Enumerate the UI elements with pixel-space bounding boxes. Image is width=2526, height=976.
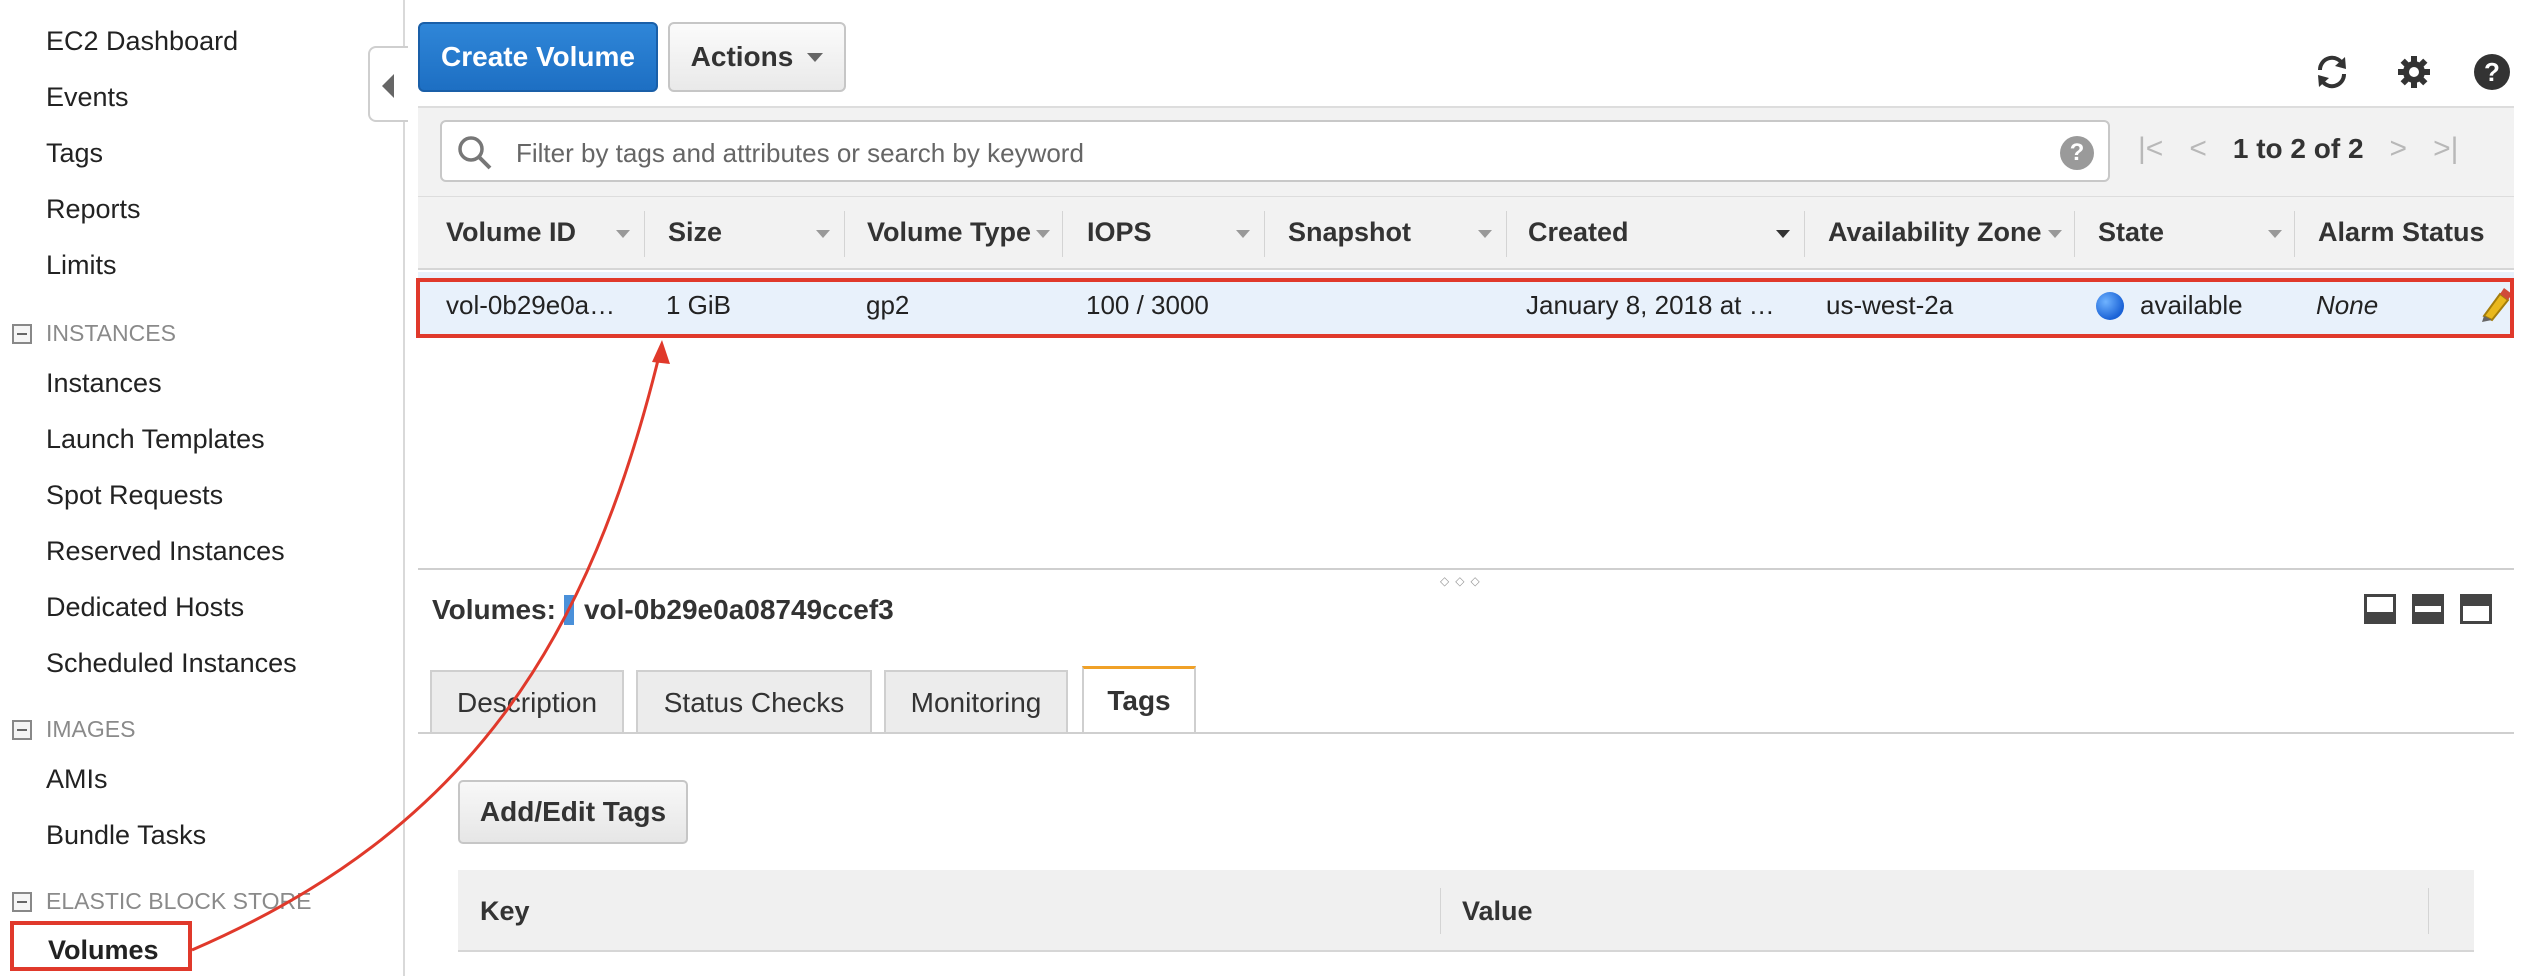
- layout-middle-icon[interactable]: [2412, 594, 2444, 624]
- svg-text:?: ?: [2484, 57, 2500, 87]
- drag-handle-icon[interactable]: ◇◇◇: [1440, 574, 1486, 588]
- column-divider: [644, 211, 645, 257]
- sidebar-item-spot-requests[interactable]: Spot Requests: [46, 480, 223, 511]
- column-header-size[interactable]: Size: [668, 217, 722, 248]
- create-volume-button[interactable]: Create Volume: [418, 22, 658, 92]
- sidebar-collapse-button[interactable]: [368, 46, 408, 122]
- layout-bottom-icon[interactable]: [2364, 594, 2396, 624]
- sidebar: EC2 Dashboard Events Tags Reports Limits…: [0, 0, 405, 976]
- selection-marker: [563, 595, 574, 625]
- help-icon[interactable]: ?: [2472, 52, 2512, 92]
- sidebar-item-events[interactable]: Events: [46, 82, 129, 113]
- sort-icon[interactable]: [1036, 230, 1050, 238]
- actions-label: Actions: [690, 41, 794, 72]
- sidebar-item-dedicated-hosts[interactable]: Dedicated Hosts: [46, 592, 244, 623]
- sort-icon[interactable]: [1236, 230, 1250, 238]
- sidebar-group-images[interactable]: IMAGES: [12, 716, 135, 743]
- pagination-text: 1 to 2 of 2: [2232, 133, 2364, 164]
- search-icon: [458, 136, 492, 170]
- sort-icon[interactable]: [1776, 230, 1790, 238]
- layout-top-icon[interactable]: [2460, 594, 2492, 624]
- collapse-icon[interactable]: [12, 323, 32, 344]
- sidebar-group-instances[interactable]: INSTANCES: [12, 320, 176, 347]
- tags-table-header: Key Value: [458, 870, 2474, 952]
- tab-status-checks[interactable]: Status Checks: [636, 670, 872, 734]
- column-header-volume-id[interactable]: Volume ID: [446, 217, 576, 248]
- actions-button[interactable]: Actions: [668, 22, 846, 92]
- first-page-icon[interactable]: |<: [2138, 132, 2163, 166]
- column-header-iops[interactable]: IOPS: [1087, 217, 1152, 248]
- sidebar-item-instances[interactable]: Instances: [46, 368, 162, 399]
- column-divider: [2294, 211, 2295, 257]
- column-header-volume-type[interactable]: Volume Type: [867, 217, 1031, 248]
- gear-icon[interactable]: [2394, 52, 2434, 92]
- column-divider: [2428, 888, 2429, 934]
- sort-icon[interactable]: [1478, 230, 1492, 238]
- collapse-icon[interactable]: [12, 891, 32, 912]
- refresh-icon[interactable]: [2312, 52, 2352, 92]
- column-header-snapshot[interactable]: Snapshot: [1288, 217, 1411, 248]
- sort-icon[interactable]: [816, 230, 830, 238]
- column-divider: [1440, 888, 1441, 934]
- chevron-left-icon: [382, 74, 394, 98]
- sidebar-group-ebs[interactable]: ELASTIC BLOCK STORE: [12, 888, 311, 915]
- column-header-alarm-status[interactable]: Alarm Status: [2318, 217, 2485, 248]
- last-page-icon[interactable]: >|: [2433, 132, 2458, 166]
- search-help-icon[interactable]: ?: [2060, 136, 2094, 170]
- column-divider: [1264, 211, 1265, 257]
- column-divider: [844, 211, 845, 257]
- sidebar-item-amis[interactable]: AMIs: [46, 764, 108, 795]
- filter-bar: Filter by tags and attributes or search …: [418, 106, 2514, 196]
- sidebar-item-launch-templates[interactable]: Launch Templates: [46, 424, 265, 455]
- tabs-divider: [418, 732, 2514, 734]
- column-header-state[interactable]: State: [2098, 217, 2164, 248]
- column-header-key[interactable]: Key: [480, 896, 530, 927]
- add-edit-tags-button[interactable]: Add/Edit Tags: [458, 780, 688, 844]
- tab-monitoring[interactable]: Monitoring: [884, 670, 1068, 734]
- sidebar-group-label: INSTANCES: [46, 320, 176, 346]
- column-header-availability-zone[interactable]: Availability Zone: [1828, 217, 2042, 248]
- sidebar-item-bundle-tasks[interactable]: Bundle Tasks: [46, 820, 206, 851]
- search-input[interactable]: Filter by tags and attributes or search …: [440, 120, 2110, 182]
- sort-icon[interactable]: [616, 230, 630, 238]
- collapse-icon[interactable]: [12, 719, 32, 740]
- sidebar-item-limits[interactable]: Limits: [46, 250, 117, 281]
- detail-title: Volumes: vol-0b29e0a08749ccef3: [432, 594, 894, 626]
- sidebar-item-reserved-instances[interactable]: Reserved Instances: [46, 536, 285, 567]
- volumes-table-header: Volume ID Size Volume Type IOPS Snapshot…: [418, 196, 2514, 270]
- pagination: |< < 1 to 2 of 2 > >|: [2138, 132, 2458, 166]
- column-header-value[interactable]: Value: [1462, 896, 1533, 927]
- column-divider: [2074, 211, 2075, 257]
- sidebar-item-ec2-dashboard[interactable]: EC2 Dashboard: [46, 26, 238, 57]
- selected-volume-id: vol-0b29e0a08749ccef3: [583, 594, 894, 625]
- sidebar-item-scheduled-instances[interactable]: Scheduled Instances: [46, 648, 297, 679]
- detail-title-prefix: Volumes:: [432, 594, 556, 625]
- panel-splitter[interactable]: [418, 568, 2514, 570]
- column-divider: [1506, 211, 1507, 257]
- chevron-down-icon: [807, 52, 824, 62]
- sidebar-group-label: IMAGES: [46, 716, 136, 742]
- tab-tags[interactable]: Tags: [1082, 666, 1196, 732]
- search-placeholder: Filter by tags and attributes or search …: [516, 138, 1084, 168]
- volumes-highlight-annotation: [10, 921, 192, 971]
- column-divider: [1062, 211, 1063, 257]
- next-page-icon[interactable]: >: [2390, 132, 2408, 166]
- sort-icon[interactable]: [2268, 230, 2282, 238]
- sidebar-item-reports[interactable]: Reports: [46, 194, 141, 225]
- row-highlight-annotation: [416, 278, 2514, 338]
- sidebar-group-label: ELASTIC BLOCK STORE: [46, 888, 312, 914]
- prev-page-icon[interactable]: <: [2189, 132, 2207, 166]
- column-header-created[interactable]: Created: [1528, 217, 1629, 248]
- sidebar-item-tags[interactable]: Tags: [46, 138, 103, 169]
- sort-icon[interactable]: [2048, 230, 2062, 238]
- tab-description[interactable]: Description: [430, 670, 624, 734]
- column-divider: [1804, 211, 1805, 257]
